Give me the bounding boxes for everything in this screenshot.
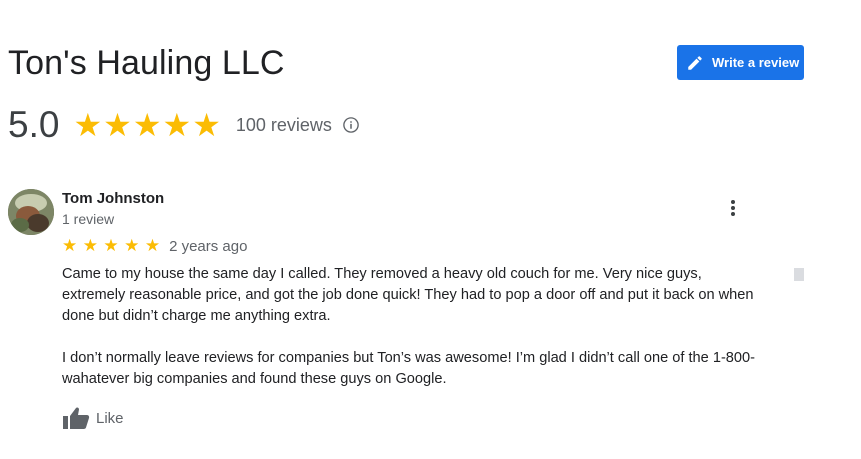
review-paragraph: I don’t normally leave reviews for compa… <box>62 350 756 387</box>
reviewer-name[interactable]: Tom Johnston <box>62 190 164 207</box>
write-review-label: Write a review <box>712 55 800 70</box>
star-icon: ★ <box>124 236 140 255</box>
star-icon: ★ <box>103 107 132 143</box>
review-body: Came to my house the same day I called. … <box>62 264 762 411</box>
average-rating: 5.0 <box>8 104 60 145</box>
star-icon: ★ <box>82 236 98 255</box>
pencil-icon <box>688 55 702 70</box>
like-button[interactable]: Like <box>62 406 124 430</box>
review-count: 100 reviews <box>235 114 332 135</box>
info-icon[interactable] <box>342 116 360 134</box>
star-icon: ★ <box>73 107 103 143</box>
review-rating-row: ★ ★ ★ ★ ★ 2 years ago <box>62 237 247 256</box>
write-review-button[interactable]: Write a review <box>677 45 804 80</box>
reviewer-review-count: 1 review <box>62 211 115 227</box>
like-label: Like <box>96 409 124 427</box>
thumbs-up-icon <box>63 407 90 429</box>
star-icon: ★ <box>132 107 162 143</box>
star-icon: ★ <box>62 236 78 255</box>
business-title: Ton's Hauling LLC <box>8 44 285 82</box>
review-paragraph: Came to my house the same day I called. … <box>62 266 754 324</box>
more-options-icon[interactable] <box>724 198 742 218</box>
review-stars: ★ ★ ★ ★ ★ <box>62 237 161 256</box>
avatar-photo <box>8 189 54 235</box>
rating-stars: ★ ★ ★ ★ ★ <box>73 109 221 141</box>
star-icon: ★ <box>192 107 221 143</box>
rating-summary: 5.0 ★ ★ ★ ★ ★ 100 reviews <box>8 102 360 148</box>
star-icon: ★ <box>162 107 192 143</box>
scrollbar-thumb[interactable] <box>794 268 804 281</box>
avatar[interactable] <box>8 189 54 235</box>
star-icon: ★ <box>144 236 161 255</box>
review-date: 2 years ago <box>169 238 248 255</box>
star-icon: ★ <box>103 236 119 255</box>
